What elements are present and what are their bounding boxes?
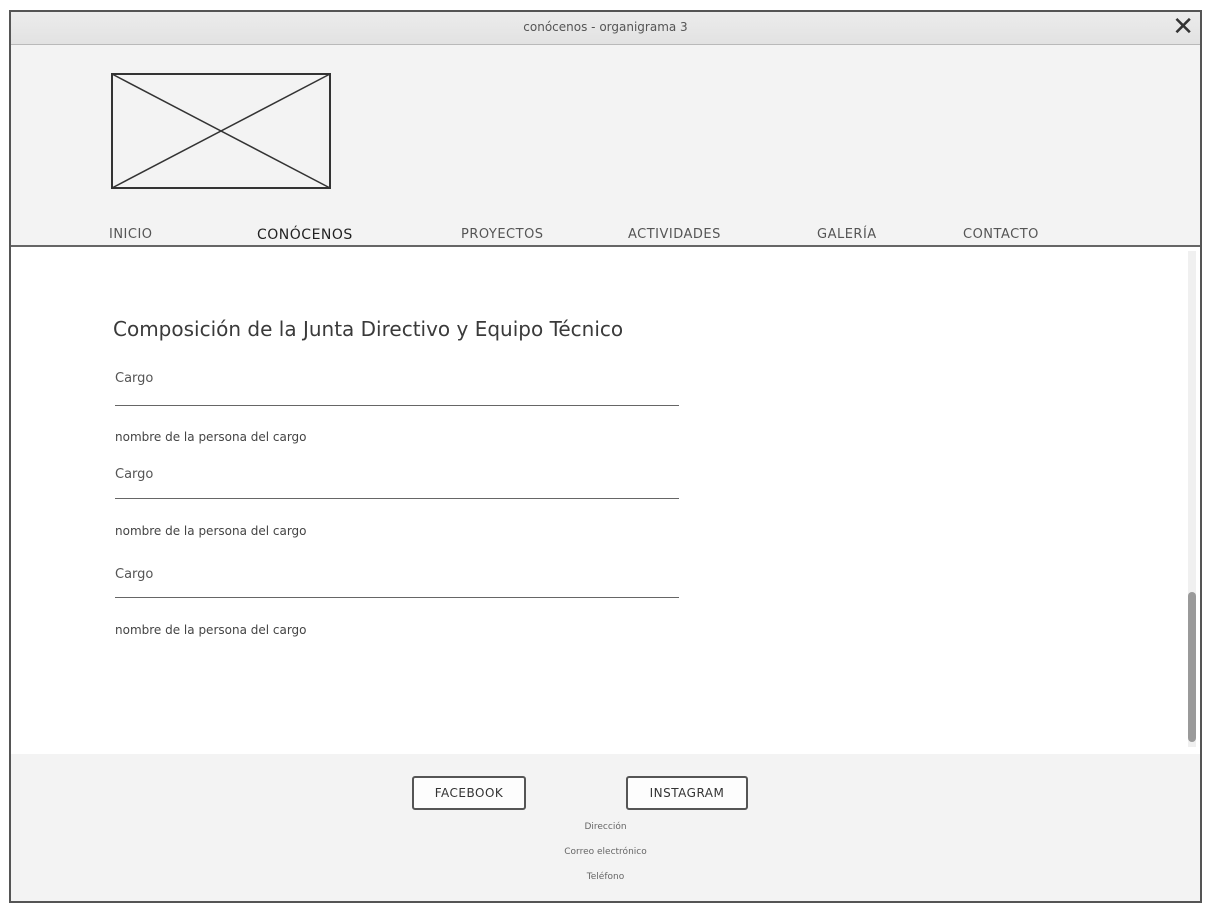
site-footer: FACEBOOK INSTAGRAM Dirección Correo elec… xyxy=(11,754,1200,901)
divider xyxy=(115,498,679,499)
facebook-button[interactable]: FACEBOOK xyxy=(412,776,526,810)
nav-item-galeria[interactable]: GALERÍA xyxy=(817,227,877,242)
person-name: nombre de la persona del cargo xyxy=(115,623,307,637)
instagram-button[interactable]: INSTAGRAM xyxy=(626,776,748,810)
nav-item-contacto[interactable]: CONTACTO xyxy=(963,227,1039,242)
divider xyxy=(115,597,679,598)
app-window: conócenos - organigrama 3 ✕ INICIO CONÓC… xyxy=(9,10,1202,903)
site-header: INICIO CONÓCENOS PROYECTOS ACTIVIDADES G… xyxy=(11,45,1200,245)
nav-item-proyectos[interactable]: PROYECTOS xyxy=(461,227,544,242)
footer-email: Correo electrónico xyxy=(564,847,647,857)
divider xyxy=(115,405,679,406)
role-label: Cargo xyxy=(115,567,154,582)
main-content: Composición de la Junta Directivo y Equi… xyxy=(11,245,1200,758)
person-name: nombre de la persona del cargo xyxy=(115,524,307,538)
logo-placeholder-icon xyxy=(111,73,331,189)
role-label: Cargo xyxy=(115,467,154,482)
scroll-thumb[interactable] xyxy=(1188,592,1196,742)
footer-phone: Teléfono xyxy=(586,872,625,882)
nav-item-conocenos[interactable]: CONÓCENOS xyxy=(257,227,353,243)
window-title: conócenos - organigrama 3 xyxy=(523,20,688,34)
person-name: nombre de la persona del cargo xyxy=(115,430,307,444)
nav-item-actividades[interactable]: ACTIVIDADES xyxy=(628,227,721,242)
page-title: Composición de la Junta Directivo y Equi… xyxy=(113,317,624,341)
role-label: Cargo xyxy=(115,371,154,386)
close-icon[interactable]: ✕ xyxy=(1172,14,1194,40)
title-bar: conócenos - organigrama 3 ✕ xyxy=(11,12,1200,45)
nav-item-inicio[interactable]: INICIO xyxy=(109,227,153,242)
footer-address: Dirección xyxy=(584,822,627,832)
